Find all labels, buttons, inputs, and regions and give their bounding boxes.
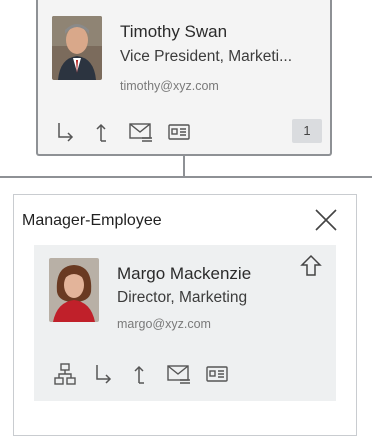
email-icon[interactable] (128, 119, 154, 145)
report-count-badge: 1 (292, 119, 322, 143)
employee-avatar (49, 258, 99, 322)
employee-actions (52, 361, 242, 387)
reports-to-icon[interactable] (52, 119, 78, 145)
org-chart-icon[interactable] (52, 361, 78, 387)
employee-title: Director, Marketing (117, 289, 248, 306)
panel-title: Manager-Employee (22, 212, 162, 229)
employee-name: Margo Mackenzie (117, 264, 252, 283)
reports-to-icon[interactable] (90, 361, 116, 387)
email-icon[interactable] (166, 361, 192, 387)
arrow-up-icon[interactable] (298, 253, 324, 279)
contact-card-icon[interactable] (204, 361, 230, 387)
tree-connector (183, 156, 185, 176)
manager-title: Vice President, Marketi... (120, 48, 293, 65)
go-up-icon[interactable] (128, 361, 154, 387)
tree-level-line (0, 176, 372, 178)
employee-email: margo@xyz.com (117, 317, 211, 331)
close-icon[interactable] (312, 206, 340, 234)
manager-avatar (52, 16, 102, 80)
contact-card-icon[interactable] (166, 119, 192, 145)
manager-card[interactable]: Timothy Swan Vice President, Marketi... … (36, 0, 332, 156)
manager-email: timothy@xyz.com (120, 79, 219, 93)
employee-card[interactable]: Margo Mackenzie Director, Marketing marg… (34, 245, 336, 401)
go-up-icon[interactable] (90, 119, 116, 145)
manager-actions (52, 119, 204, 145)
manager-name: Timothy Swan (120, 22, 228, 41)
